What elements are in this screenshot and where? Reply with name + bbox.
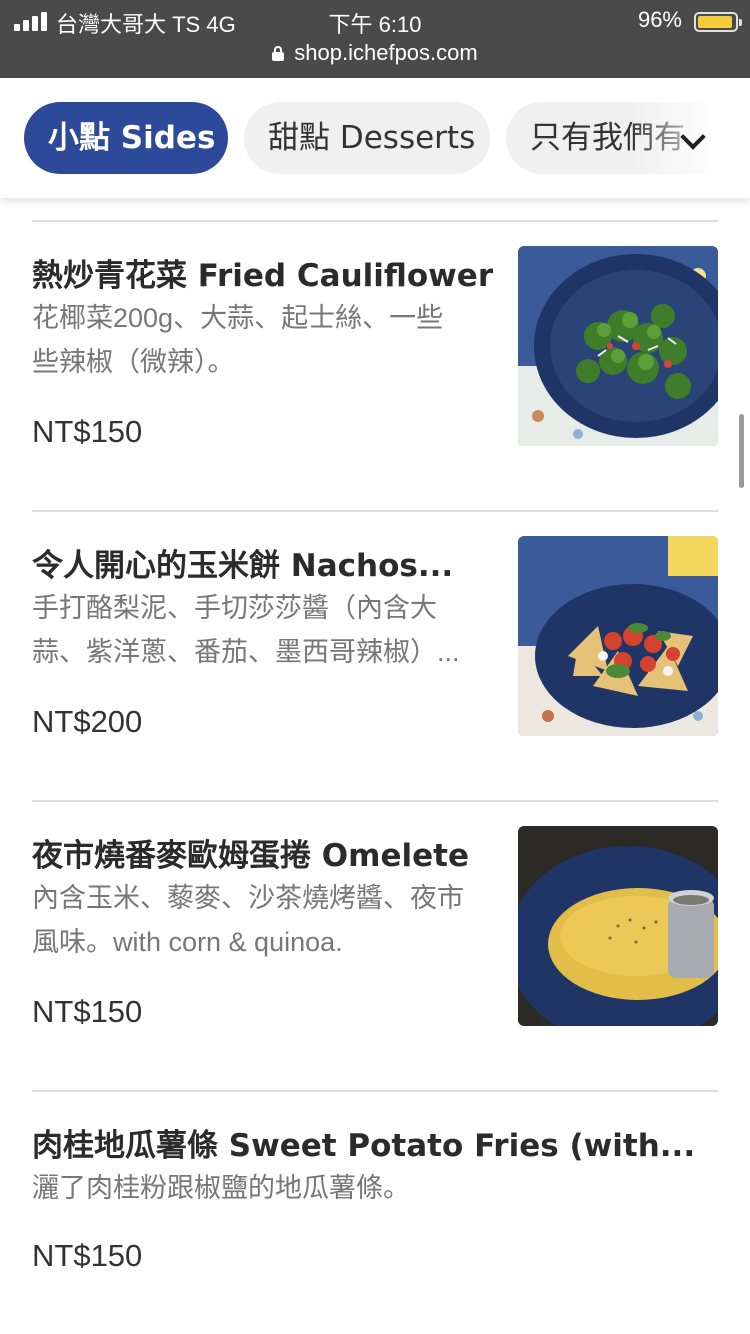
battery-percentage: 96% — [637, 7, 682, 32]
item-price: NT$150 — [32, 414, 143, 449]
divider — [32, 220, 718, 222]
item-price: NT$150 — [32, 1238, 143, 1273]
divider — [32, 800, 718, 802]
category-tab-bar: 小點 Sides 甜點 Desserts 只有我們有 — [0, 78, 750, 198]
item-price: NT$200 — [32, 704, 143, 739]
item-title: 令人開心的玉米餅 Nachos... — [32, 548, 454, 584]
battery-icon — [694, 12, 742, 32]
url-text: shop.ichefpos.com — [294, 40, 478, 65]
item-price: NT$150 — [32, 994, 143, 1029]
tab-sides[interactable]: 小點 Sides — [24, 102, 228, 174]
browser-status-bar: 台灣大哥大 TS 4G 下午 6:10 96% shop.ichefpos.co… — [0, 0, 750, 78]
item-description: 灑了肉桂粉跟椒鹽的地瓜薯條。 — [32, 1173, 410, 1203]
item-title: 夜市燒番麥歐姆蛋捲 Omelete — [32, 838, 469, 874]
item-description: 花椰菜200g、大蒜、起士絲、一些 些辣椒（微辣）。 — [32, 303, 444, 377]
divider — [32, 510, 718, 512]
item-description: 內含玉米、藜麥、沙茶燒烤醬、夜市 風味。with corn & quinoa. — [32, 883, 464, 957]
item-photo — [518, 246, 718, 446]
divider — [32, 1090, 718, 1092]
tab-desserts[interactable]: 甜點 Desserts — [244, 102, 490, 174]
item-title: 肉桂地瓜薯條 Sweet Potato Fries (with... — [32, 1128, 696, 1164]
lock-icon — [272, 46, 285, 61]
item-photo — [518, 536, 718, 736]
menu-item-list: 熱炒青花菜 Fried Cauliflower 花椰菜200g、大蒜、起士絲、一… — [0, 198, 750, 1334]
scrollbar[interactable] — [739, 414, 744, 488]
item-photo — [518, 826, 718, 1026]
item-title: 熱炒青花菜 Fried Cauliflower — [32, 258, 494, 294]
address-bar[interactable]: shop.ichefpos.com — [0, 40, 750, 66]
item-description: 手打酪梨泥、手切莎莎醬（內含大 蒜、紫洋蔥、番茄、墨西哥辣椒）... — [32, 593, 460, 667]
